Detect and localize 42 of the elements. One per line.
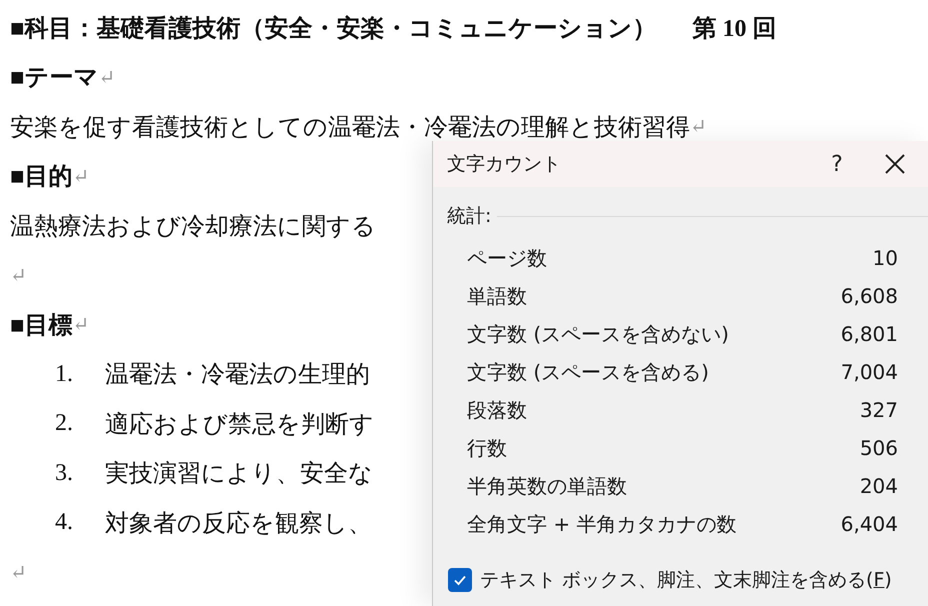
stat-value: 7,004 — [840, 360, 898, 384]
stat-label: ページ数 — [467, 244, 547, 272]
subject-heading: ■科目：基礎看護技術（安全・安楽・コミュニケーション） — [10, 14, 656, 44]
body-text: 温熱療法および冷却療法に関する — [10, 212, 376, 242]
session-number: 第 10 回 — [692, 14, 776, 44]
section-label: 統計: — [447, 204, 492, 229]
stat-value: 204 — [860, 474, 898, 498]
paragraph-mark: ↵ — [72, 313, 90, 338]
stat-value: 6,404 — [840, 512, 898, 536]
checkbox[interactable] — [448, 568, 472, 592]
stat-label: 段落数 — [467, 396, 527, 424]
section-heading: ■目的 — [10, 163, 72, 192]
section-heading: ■目標 — [10, 312, 72, 341]
stat-value: 6,608 — [840, 284, 898, 308]
paragraph-mark: ↵ — [10, 560, 27, 585]
stat-label: 全角文字 + 半角カタカナの数 — [467, 510, 736, 538]
checkbox-label[interactable]: テキスト ボックス、脚注、文末脚注を含める(F) — [480, 567, 892, 593]
stat-label: 半角英数の単語数 — [467, 472, 627, 500]
list-number: 4. — [55, 509, 74, 536]
list-item-text: 実技演習により、安全な — [105, 460, 373, 490]
stat-label: 行数 — [467, 434, 507, 462]
body-text: 安楽を促す看護技術としての温罨法・冷罨法の理解と技術習得 — [10, 114, 690, 143]
stat-label: 文字数 (スペースを含めない) — [467, 320, 729, 348]
list-item-text: 対象者の反応を観察し、 — [105, 510, 372, 539]
paragraph-mark: ↵ — [72, 164, 90, 189]
help-button[interactable]: ? — [807, 150, 867, 178]
stat-value: 6,801 — [840, 322, 898, 346]
stat-label: 単語数 — [467, 282, 527, 310]
dialog-title: 文字カウント — [447, 152, 562, 177]
list-item-text: 適応および禁忌を判断す — [105, 410, 374, 440]
list-number: 3. — [55, 460, 74, 487]
paragraph-mark: ↵ — [10, 264, 27, 288]
list-item-text: 温罨法・冷罨法の生理的 — [105, 361, 370, 390]
list-number: 1. — [55, 360, 74, 388]
paragraph-mark: ↵ — [690, 115, 707, 140]
section-heading: ■テーマ — [10, 64, 98, 94]
stat-value: 10 — [872, 246, 898, 270]
list-number: 2. — [55, 410, 74, 438]
stat-value: 506 — [860, 436, 898, 460]
stat-value: 327 — [860, 398, 898, 422]
paragraph-mark: ↵ — [98, 66, 116, 90]
stat-label: 文字数 (スペースを含める) — [467, 358, 709, 386]
